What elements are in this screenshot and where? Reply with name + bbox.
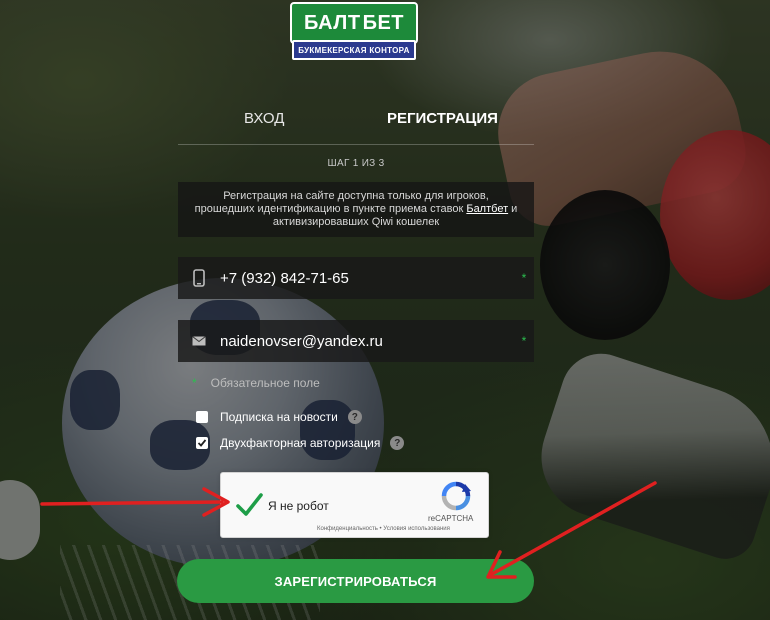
news-label[interactable]: Подписка на новости bbox=[220, 410, 338, 424]
required-star: * bbox=[192, 376, 197, 390]
step-indicator: ШАГ 1 ИЗ 3 bbox=[327, 158, 385, 169]
tab-register[interactable]: РЕГИСТРАЦИЯ bbox=[387, 110, 498, 127]
news-checkbox[interactable] bbox=[196, 411, 208, 423]
tab-login[interactable]: ВХОД bbox=[244, 110, 284, 127]
two-factor-help-icon[interactable]: ? bbox=[390, 436, 405, 450]
two-factor-label[interactable]: Двухфакторная авторизация bbox=[220, 436, 380, 450]
two-factor-checkbox[interactable] bbox=[196, 437, 208, 449]
recaptcha-checkmark-icon[interactable] bbox=[235, 491, 263, 519]
recaptcha-terms-link[interactable]: Конфиденциальность • Условия использован… bbox=[317, 526, 450, 532]
recaptcha-label: Я не робот bbox=[268, 499, 329, 513]
phone-required-mark: * bbox=[521, 271, 527, 285]
info-text-before: Регистрация на сайте доступна только для… bbox=[194, 190, 489, 215]
auth-tabs: ВХОД РЕГИСТРАЦИЯ bbox=[178, 100, 534, 146]
two-factor-row[interactable]: Двухфакторная авторизация ? bbox=[196, 436, 405, 450]
phone-field[interactable]: * bbox=[178, 257, 534, 299]
logo-brand-part1: БАЛТ bbox=[304, 11, 361, 34]
email-required-mark: * bbox=[521, 334, 527, 348]
registration-info-box: Регистрация на сайте доступна только для… bbox=[178, 182, 534, 237]
info-baltbet-link[interactable]: Балтбет bbox=[466, 203, 508, 215]
tabs-divider bbox=[178, 144, 534, 145]
recaptcha-widget[interactable]: Я не робот reCAPTCHA Конфиденциальность … bbox=[220, 472, 489, 538]
logo-subtitle: БУКМЕКЕРСКАЯ КОНТОРА bbox=[292, 40, 416, 60]
phone-icon bbox=[178, 257, 220, 299]
news-help-icon[interactable]: ? bbox=[347, 410, 362, 424]
email-field[interactable]: * bbox=[178, 320, 534, 362]
news-subscription-row[interactable]: Подписка на новости ? bbox=[196, 410, 362, 424]
logo-brand-part2: БЕТ bbox=[362, 11, 404, 34]
recaptcha-logo-icon bbox=[431, 481, 481, 516]
envelope-icon bbox=[178, 320, 220, 362]
recaptcha-brand: reCAPTCHA bbox=[428, 514, 474, 523]
phone-input[interactable] bbox=[220, 269, 514, 287]
checkmark-icon bbox=[197, 439, 207, 447]
email-input[interactable] bbox=[220, 332, 514, 350]
required-field-note: * Обязательное поле bbox=[192, 376, 320, 390]
register-button[interactable]: ЗАРЕГИСТРИРОВАТЬСЯ bbox=[177, 559, 534, 603]
baltbet-logo[interactable]: БАЛТ БЕТ БУКМЕКЕРСКАЯ КОНТОРА bbox=[290, 2, 418, 60]
required-note-text: Обязательное поле bbox=[210, 376, 320, 390]
